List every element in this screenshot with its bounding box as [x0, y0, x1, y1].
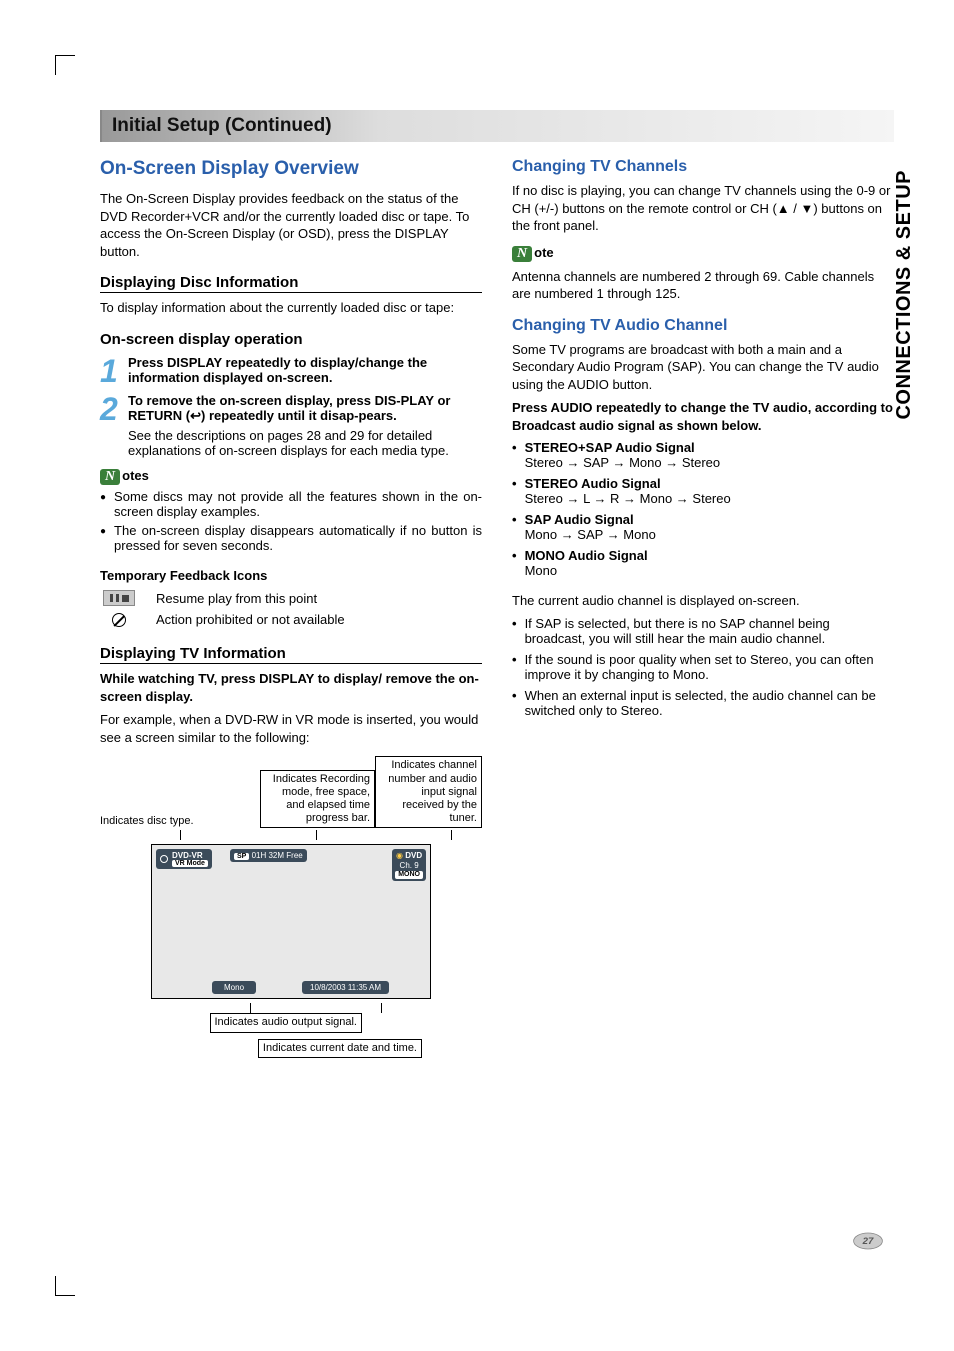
signal-0-seq: Stereo → SAP → Mono → Stereo — [525, 455, 721, 470]
resume-icon — [103, 590, 135, 606]
h3-tv-info: Displaying TV Information — [100, 645, 482, 664]
osd-sp: SP — [234, 853, 249, 860]
step-1-text: Press DISPLAY repeatedly to display/chan… — [128, 355, 482, 385]
osd-vrmode: VR Mode — [172, 860, 208, 867]
prohibit-icon — [112, 613, 126, 627]
prohibit-row: Action prohibited or not available — [100, 612, 482, 627]
note-icon-right: N — [512, 246, 532, 262]
screen-diagram: Indicates disc type. Indicates Recording… — [100, 756, 482, 1057]
right-column: Changing TV Channels If no disc is playi… — [512, 158, 894, 1058]
signal-0-title: STEREO+SAP Audio Signal — [525, 440, 695, 455]
lbl-datetime: Indicates current date and time. — [258, 1039, 422, 1058]
note-1: Some discs may not provide all the featu… — [114, 489, 482, 519]
p-disc-info: To display information about the current… — [100, 299, 482, 317]
step-2: 2 To remove the on-screen display, press… — [100, 393, 482, 458]
osd-datetime: 10/8/2003 11:35 AM — [302, 981, 389, 994]
osd-free: 01H 32M Free — [252, 851, 303, 860]
note-header-right: Note — [512, 245, 894, 262]
osd-preview: DVD-VR VR Mode SP 01H 32M Free ◉ DVD Ch.… — [151, 844, 431, 999]
signal-1-title: STEREO Audio Signal — [525, 476, 661, 491]
svg-text:27: 27 — [862, 1236, 874, 1247]
bullet-2: When an external input is selected, the … — [512, 688, 894, 718]
resume-row: Resume play from this point — [100, 590, 482, 606]
p-press-audio: Press AUDIO repeatedly to change the TV … — [512, 399, 894, 434]
step-1-num: 1 — [100, 355, 122, 387]
osd-topleft: DVD-VR VR Mode — [156, 849, 212, 869]
h3-disc-info: Displaying Disc Information — [100, 274, 482, 293]
p-tv-channels: If no disc is playing, you can change TV… — [512, 182, 894, 235]
h2-tv-audio: Changing TV Audio Channel — [512, 317, 894, 335]
page-number: 27 — [852, 1231, 884, 1251]
section-banner: Initial Setup (Continued) — [100, 110, 894, 142]
h3-osd-op: On-screen display operation — [100, 331, 482, 349]
audio-notes-list: If SAP is selected, but there is no SAP … — [512, 616, 894, 718]
tvinfo-example: For example, when a DVD-RW in VR mode is… — [100, 711, 482, 746]
osd-dvd-vr: DVD-VR — [172, 851, 208, 860]
left-column: On-Screen Display Overview The On-Screen… — [100, 158, 482, 1058]
osd-ch: Ch. 9 — [395, 861, 423, 871]
osd-dvd: DVD — [405, 851, 422, 860]
note-2: The on-screen display disappears automat… — [114, 523, 482, 553]
signal-2: SAP Audio SignalMono → SAP → Mono — [512, 512, 894, 542]
step-2-bold: To remove the on-screen display, press D… — [128, 393, 450, 423]
step-2-desc: See the descriptions on pages 28 and 29 … — [128, 428, 482, 458]
signal-1: STEREO Audio SignalStereo → L → R → Mono… — [512, 476, 894, 506]
bullet-0: If SAP is selected, but there is no SAP … — [512, 616, 894, 646]
signal-3: MONO Audio SignalMono — [512, 548, 894, 578]
notes-label: otes — [122, 468, 149, 483]
tfi-header: Temporary Feedback Icons — [100, 567, 482, 585]
h1-osd-overview: On-Screen Display Overview — [100, 158, 482, 180]
osd-intro: The On-Screen Display provides feedback … — [100, 190, 482, 260]
signal-3-seq: Mono — [525, 563, 558, 578]
prohibit-text: Action prohibited or not available — [156, 612, 345, 627]
signal-0: STEREO+SAP Audio SignalStereo → SAP → Mo… — [512, 440, 894, 470]
notes-header: Notes — [100, 468, 482, 485]
p-current-audio: The current audio channel is displayed o… — [512, 592, 894, 610]
signals-list: STEREO+SAP Audio SignalStereo → SAP → Mo… — [512, 440, 894, 578]
resume-text: Resume play from this point — [156, 591, 317, 606]
bullet-1: If the sound is poor quality when set to… — [512, 652, 894, 682]
lbl-audio-out: Indicates audio output signal. — [210, 1013, 363, 1032]
notes-list: Some discs may not provide all the featu… — [100, 489, 482, 553]
osd-mono: Mono — [212, 981, 256, 994]
step-2-num: 2 — [100, 393, 122, 425]
h2-tv-channels: Changing TV Channels — [512, 158, 894, 176]
lbl-disc-type: Indicates disc type. — [100, 815, 260, 828]
osd-topright: ◉ DVD Ch. 9 MONO — [392, 849, 426, 881]
step-2-body: To remove the on-screen display, press D… — [128, 393, 482, 458]
note-icon: N — [100, 469, 120, 485]
p-tv-audio: Some TV programs are broadcast with both… — [512, 341, 894, 394]
signal-2-title: SAP Audio Signal — [525, 512, 634, 527]
tvinfo-bold: While watching TV, press DISPLAY to disp… — [100, 670, 482, 705]
signal-3-title: MONO Audio Signal — [525, 548, 648, 563]
step-1: 1 Press DISPLAY repeatedly to display/ch… — [100, 355, 482, 387]
lbl-channel: Indicates channel number and audio input… — [375, 756, 482, 828]
osd-mono-top: MONO — [395, 871, 423, 879]
crop-mark-bl — [55, 1276, 75, 1296]
note-label-right: ote — [534, 245, 554, 260]
signal-2-seq: Mono → SAP → Mono — [525, 527, 656, 542]
osd-topleft2: SP 01H 32M Free — [230, 849, 307, 862]
signal-1-seq: Stereo → L → R → Mono → Stereo — [525, 491, 731, 506]
lbl-rec-mode: Indicates Recording mode, free space, an… — [260, 770, 375, 829]
note-right: Antenna channels are numbered 2 through … — [512, 268, 894, 303]
